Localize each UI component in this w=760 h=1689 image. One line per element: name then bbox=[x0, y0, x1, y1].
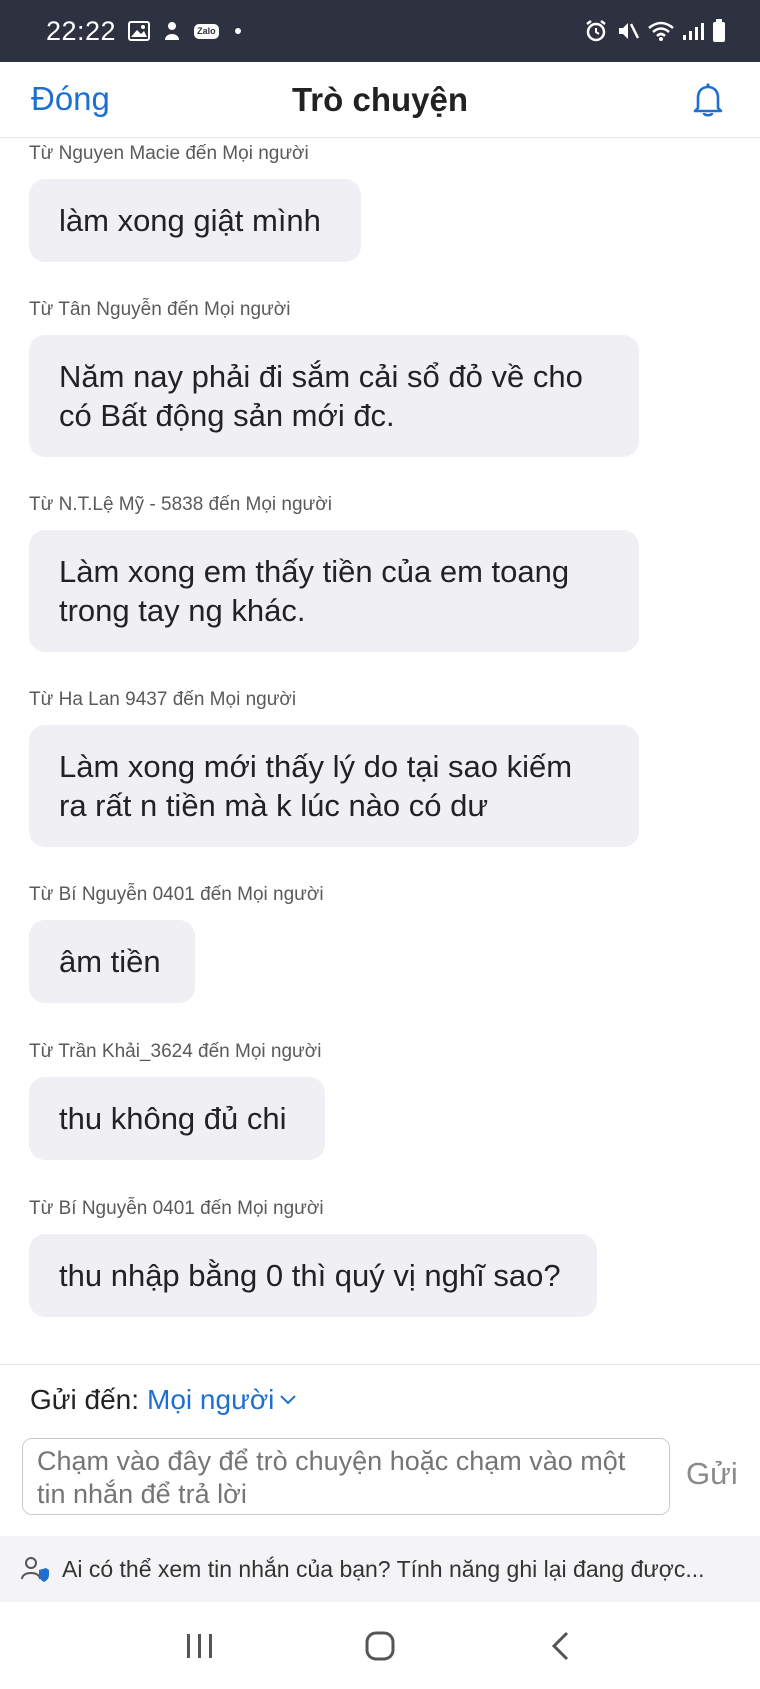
message-item[interactable]: Từ Tân Nguyễn đến Mọi người Năm nay phải… bbox=[29, 299, 639, 457]
message-sender: Từ Trần Khải_3624 đến Mọi người bbox=[29, 1041, 322, 1062]
message-item[interactable]: Từ Ha Lan 9437 đến Mọi người Làm xong mớ… bbox=[29, 689, 639, 847]
chevron-down-icon bbox=[280, 1394, 297, 1404]
message-line: có Bất động sản mới đc. bbox=[59, 398, 395, 433]
close-button[interactable]: Đóng bbox=[31, 80, 110, 118]
status-time: 22:22 bbox=[46, 15, 117, 46]
message-sender: Từ N.T.Lệ Mỹ - 5838 đến Mọi người bbox=[29, 494, 332, 515]
message-sender: Từ Nguyen Macie đến Mọi người bbox=[29, 143, 309, 164]
battery-icon bbox=[712, 19, 726, 43]
back-icon[interactable] bbox=[530, 1621, 590, 1671]
chat-input[interactable] bbox=[22, 1438, 670, 1515]
privacy-notice[interactable]: Ai có thể xem tin nhắn của bạn? Tính năn… bbox=[0, 1536, 760, 1602]
message-sender: Từ Bí Nguyễn 0401 đến Mọi người bbox=[29, 884, 324, 905]
user-shield-icon bbox=[21, 1557, 49, 1582]
more-dot-icon bbox=[234, 28, 241, 34]
page-title: Trò chuyện bbox=[291, 80, 469, 118]
status-bar: 22:22 Zalo bbox=[0, 0, 760, 62]
recent-apps-icon[interactable] bbox=[170, 1621, 230, 1671]
chat-message-list[interactable]: Từ Nguyen Macie đến Mọi người làm xong g… bbox=[0, 139, 760, 1364]
message-sender: Từ Tân Nguyễn đến Mọi người bbox=[29, 299, 291, 320]
message-item[interactable]: Từ Bí Nguyễn 0401 đến Mọi người thu nhập… bbox=[29, 1198, 597, 1317]
notification-icon bbox=[162, 20, 182, 42]
system-nav-bar bbox=[0, 1602, 760, 1689]
recipient-select[interactable]: Mọi người bbox=[147, 1383, 297, 1416]
message-line: ra rất n tiền mà k lúc nào có dư bbox=[59, 788, 489, 823]
message-item[interactable]: Từ Bí Nguyễn 0401 đến Mọi người âm tiền bbox=[29, 884, 324, 1003]
message-line: Năm nay phải đi sắm cải sổ đỏ về cho bbox=[59, 359, 583, 394]
send-to-bar: Gửi đến: Mọi người bbox=[0, 1364, 760, 1434]
alarm-icon bbox=[584, 19, 608, 43]
privacy-notice-text: Ai có thể xem tin nhắn của bạn? Tính năn… bbox=[62, 1555, 705, 1582]
message-bubble[interactable]: thu nhập bằng 0 thì quý vị nghĩ sao? bbox=[29, 1234, 597, 1317]
message-bubble[interactable]: Năm nay phải đi sắm cải sổ đỏ về cho có … bbox=[29, 335, 639, 457]
message-item[interactable]: Từ N.T.Lệ Mỹ - 5838 đến Mọi người Làm xo… bbox=[29, 494, 639, 652]
message-bubble[interactable]: Làm xong em thấy tiền của em toang trong… bbox=[29, 530, 639, 652]
message-bubble[interactable]: âm tiền bbox=[29, 920, 195, 1003]
message-item[interactable]: Từ Trần Khải_3624 đến Mọi người thu khôn… bbox=[29, 1041, 325, 1160]
wifi-icon bbox=[648, 20, 674, 42]
status-left: 22:22 Zalo bbox=[46, 16, 241, 47]
message-line: Làm xong em thấy tiền của em toang bbox=[59, 554, 570, 589]
message-bubble[interactable]: làm xong giật mình bbox=[29, 179, 361, 262]
chat-header: Đóng Trò chuyện bbox=[0, 62, 760, 138]
message-line: trong tay ng khác. bbox=[59, 593, 306, 628]
send-to-label: Gửi đến: bbox=[30, 1383, 140, 1415]
message-sender: Từ Bí Nguyễn 0401 đến Mọi người bbox=[29, 1198, 324, 1219]
message-sender: Từ Ha Lan 9437 đến Mọi người bbox=[29, 689, 297, 710]
mute-icon bbox=[616, 19, 640, 43]
signal-icon bbox=[682, 21, 704, 41]
send-button[interactable]: Gửi bbox=[686, 1456, 738, 1492]
message-bubble[interactable]: Làm xong mới thấy lý do tại sao kiếm ra … bbox=[29, 725, 639, 847]
gallery-icon bbox=[128, 21, 151, 41]
home-icon[interactable] bbox=[350, 1621, 410, 1671]
status-right bbox=[584, 19, 726, 43]
message-line: Làm xong mới thấy lý do tại sao kiếm bbox=[59, 749, 573, 784]
bell-icon[interactable] bbox=[688, 80, 728, 120]
message-bubble[interactable]: thu không đủ chi bbox=[29, 1077, 325, 1160]
message-item[interactable]: Từ Nguyen Macie đến Mọi người làm xong g… bbox=[29, 143, 361, 262]
recipient-value: Mọi người bbox=[147, 1383, 275, 1415]
zalo-icon: Zalo bbox=[194, 23, 219, 39]
